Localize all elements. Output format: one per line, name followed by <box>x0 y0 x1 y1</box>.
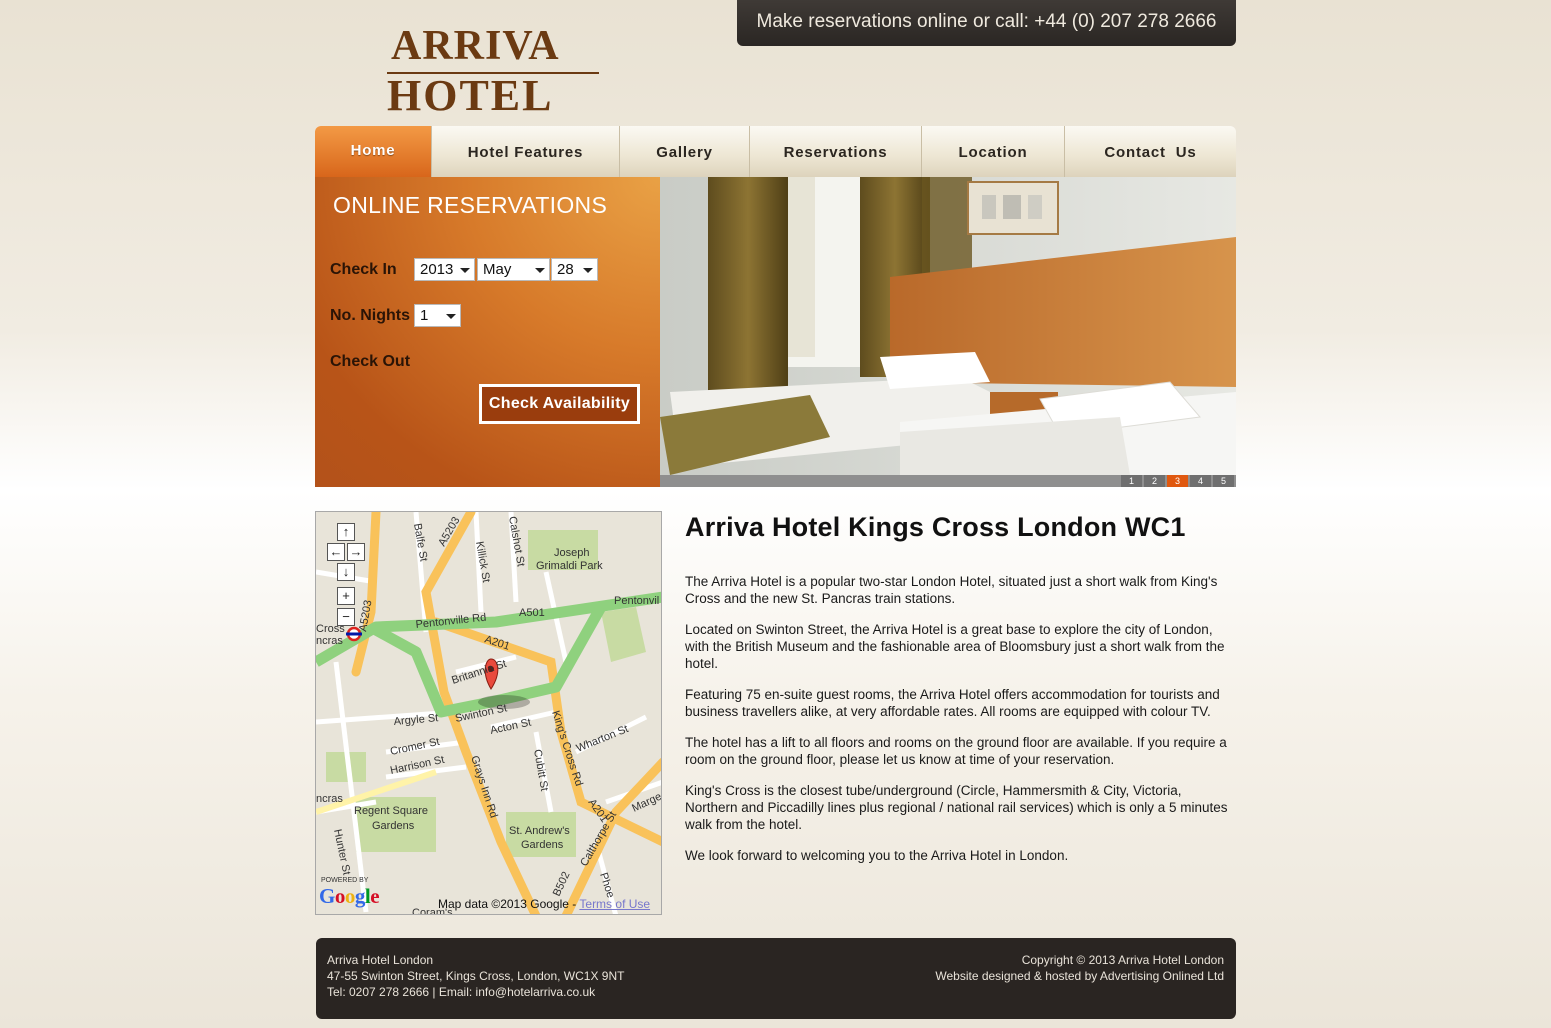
map-label-regent-square: Regent Square <box>354 805 428 817</box>
chevron-down-icon <box>446 314 456 319</box>
intro-paragraph-3: Featuring 75 en-suite guest rooms, the A… <box>685 687 1220 719</box>
check-in-month-value: May <box>483 261 512 278</box>
nav-contact-us[interactable]: Contact Us <box>1065 126 1236 177</box>
slider-page-3[interactable]: 3 <box>1167 475 1188 487</box>
intro-paragraph-6: We look forward to welcoming you to the … <box>685 848 1069 863</box>
slider-page-5[interactable]: 5 <box>1213 475 1234 487</box>
check-in-day-select[interactable]: 28 <box>551 258 598 281</box>
footer-phone-email: Tel: 0207 278 2666 | Email: info@hotelar… <box>327 985 596 999</box>
nights-value: 1 <box>420 307 429 324</box>
check-in-year-value: 2013 <box>420 261 454 278</box>
page-title: Arriva Hotel Kings Cross London WC1 <box>685 512 1186 542</box>
hotel-room-photo <box>660 177 1236 475</box>
page-wrapper: ARRIVA HOTEL Make reservations online or… <box>315 0 1236 1028</box>
map-data-text: Map data ©2013 Google - <box>438 897 580 911</box>
footer-address: 47-55 Swinton Street, Kings Cross, Londo… <box>327 969 625 983</box>
map-label-pentonvil: Pentonvil <box>614 595 659 607</box>
map-terms-link[interactable]: Terms of Use <box>579 897 650 911</box>
map-label-joseph: Joseph <box>554 547 589 559</box>
reservation-call-bar: Make reservations online or call: +44 (0… <box>737 0 1236 46</box>
footer-copyright: Copyright © 2013 Arriva Hotel London <box>1021 953 1224 967</box>
nav-location[interactable]: Location <box>922 126 1065 177</box>
check-out-label: Check Out <box>330 353 411 370</box>
online-reservation-panel: ONLINE RESERVATIONS Check In 2013 May 28… <box>315 177 660 487</box>
map-pan-up-icon[interactable]: ↑ <box>337 523 355 541</box>
map-zoom-in-icon[interactable]: + <box>337 587 355 605</box>
google-logo[interactable]: Google <box>319 884 380 909</box>
check-in-day-value: 28 <box>557 261 574 278</box>
chevron-down-icon <box>535 268 545 273</box>
logo-line1: ARRIVA <box>391 23 560 69</box>
location-map[interactable]: Joseph Grimaldi Park Pentonville Rd A501… <box>315 511 662 915</box>
slider-page-4[interactable]: 4 <box>1190 475 1211 487</box>
footer: Arriva Hotel London 47-55 Swinton Street… <box>316 938 1236 1019</box>
map-label-ncras: ncras <box>316 635 343 647</box>
logo-line2: HOTEL <box>387 71 554 120</box>
intro-paragraph-2: Located on Swinton Street, the Arriva Ho… <box>685 622 1225 671</box>
footer-credits: Copyright © 2013 Arriva Hotel London Web… <box>935 952 1224 984</box>
map-pan-left-icon[interactable]: ← <box>327 543 345 561</box>
nav-gallery[interactable]: Gallery <box>620 126 750 177</box>
map-zoom-out-icon[interactable]: − <box>337 608 355 626</box>
map-label-regent-gardens: Gardens <box>372 820 415 832</box>
check-in-year-select[interactable]: 2013 <box>414 258 475 281</box>
nights-select[interactable]: 1 <box>414 304 461 327</box>
slider-page-2[interactable]: 2 <box>1144 475 1165 487</box>
map-pan-down-icon[interactable]: ↓ <box>337 563 355 581</box>
hotel-logo[interactable]: ARRIVA HOTEL <box>387 18 607 120</box>
nav-home[interactable]: Home <box>315 126 432 177</box>
map-attribution: Map data ©2013 Google - Terms of Use <box>438 897 650 911</box>
map-label-st-andrews: St. Andrew's <box>509 825 570 837</box>
footer-hotel-name: Arriva Hotel London <box>327 953 434 967</box>
intro-paragraph-1: The Arriva Hotel is a popular two-star L… <box>685 574 1218 606</box>
main-nav: Home Hotel Features Gallery Reservations… <box>315 126 1236 177</box>
intro-paragraph-4: The hotel has a lift to all floors and r… <box>685 735 1227 767</box>
main-content: Arriva Hotel Kings Cross London WC1 The … <box>685 512 1236 878</box>
nav-hotel-features[interactable]: Hotel Features <box>432 126 620 177</box>
slider-pager: 1 2 3 4 5 <box>660 475 1236 487</box>
map-label-st-andrews-gardens: Gardens <box>521 839 564 851</box>
map-canvas[interactable]: Joseph Grimaldi Park Pentonville Rd A501… <box>316 512 662 915</box>
hotel-room-illustration <box>660 177 1236 475</box>
map-label-ncras2: ncras <box>316 793 343 805</box>
slider-page-1[interactable]: 1 <box>1121 475 1142 487</box>
footer-contact: Arriva Hotel London 47-55 Swinton Street… <box>327 952 624 1000</box>
map-label-a501: A501 <box>519 607 545 619</box>
intro-paragraph-5: King's Cross is the closest tube/undergr… <box>685 783 1228 832</box>
chevron-down-icon <box>460 268 470 273</box>
nav-reservations[interactable]: Reservations <box>750 126 922 177</box>
map-powered-by: POWERED BY <box>321 877 369 884</box>
check-in-label: Check In <box>330 261 397 278</box>
chevron-down-icon <box>583 268 593 273</box>
check-in-month-select[interactable]: May <box>477 258 550 281</box>
slider-dots: 1 2 3 4 5 <box>1121 475 1234 487</box>
footer-designer-link[interactable]: Website designed & hosted by Advertising… <box>935 968 1224 984</box>
check-availability-button[interactable]: Check Availability <box>479 384 640 424</box>
nights-label: No. Nights <box>330 307 410 324</box>
reservation-title: ONLINE RESERVATIONS <box>333 192 608 218</box>
map-label-grimaldi: Grimaldi Park <box>536 560 603 572</box>
map-pan-right-icon[interactable]: → <box>347 543 365 561</box>
